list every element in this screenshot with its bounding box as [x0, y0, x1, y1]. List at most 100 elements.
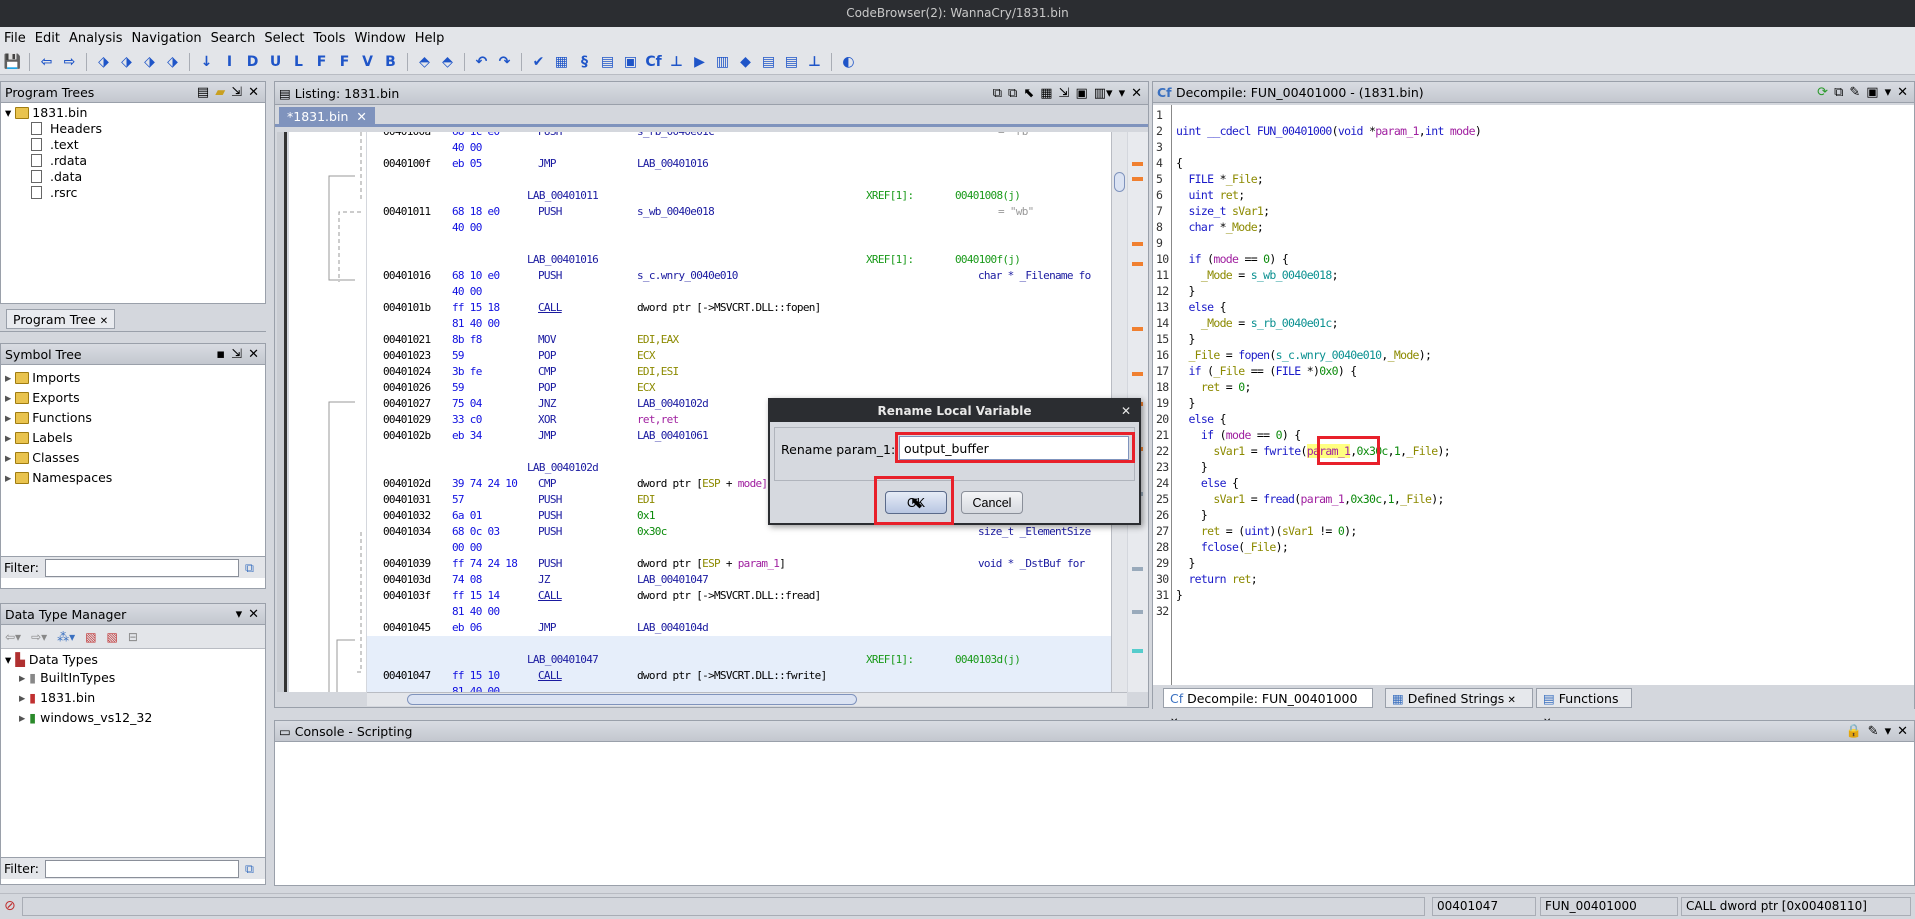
overview-marker[interactable] — [1132, 262, 1143, 266]
cancel-button[interactable]: Cancel — [961, 491, 1023, 514]
listing-horizontal-scrollbar[interactable] — [367, 692, 1127, 706]
code-line[interactable]: 27 ret = (uint)(sVar1 != 0); — [1153, 523, 1914, 539]
code-line[interactable]: 6 uint ret; — [1153, 187, 1914, 203]
data-type-icon[interactable]: ▣ — [621, 52, 640, 71]
code-line[interactable]: 20 else { — [1153, 411, 1914, 427]
refresh-icon[interactable]: ⟳ — [1817, 85, 1828, 100]
menu-icon[interactable]: ▾ — [1885, 85, 1892, 100]
expand-icon[interactable]: ▸ — [5, 410, 15, 425]
overview-marker[interactable] — [1132, 162, 1143, 166]
filter-array-icon[interactable]: ▧ — [85, 630, 96, 644]
export-icon[interactable]: ▤ — [782, 52, 801, 71]
code-line[interactable]: 29 } — [1153, 555, 1914, 571]
code-line[interactable]: 1 — [1153, 107, 1914, 123]
data-type-archive[interactable]: ▸ ▮ BuiltInTypes — [5, 668, 261, 688]
dropdown-icon[interactable]: ▾ — [236, 607, 243, 622]
listing-row[interactable]: 00401023 59 POP ECX — [367, 348, 1127, 364]
snapshot-icon[interactable]: ▣ — [1866, 85, 1878, 100]
layout-icon[interactable]: ▥▾ — [1094, 86, 1113, 101]
script-icon[interactable]: § — [575, 52, 594, 71]
listing-row[interactable]: 40 00 — [367, 140, 1127, 156]
symbol-tree-classes[interactable]: ▸ Classes — [5, 448, 261, 468]
code-line[interactable]: 3 — [1153, 139, 1914, 155]
listing-row[interactable]: 0040100f eb 05 JMP LAB_00401016 — [367, 156, 1127, 172]
split-icon[interactable]: ⬘ — [438, 52, 457, 71]
menu-search[interactable]: Search — [211, 31, 256, 46]
tree-item[interactable]: .rdata — [5, 153, 261, 169]
listing-row[interactable]: 00401021 8b f8 MOV EDI,EAX — [367, 332, 1127, 348]
save-icon[interactable]: 💾 — [3, 52, 22, 71]
listing-row[interactable] — [367, 636, 1127, 652]
label-row[interactable]: LAB_00401011 XREF[1]: 00401008(j) — [367, 188, 1127, 204]
code-line[interactable]: 19 } — [1153, 395, 1914, 411]
diamond-icon[interactable]: ◆ — [736, 52, 755, 71]
listing-row[interactable]: 00401045 eb 06 JMP LAB_0040104d — [367, 620, 1127, 636]
options-icon[interactable]: ⁂▾ — [57, 630, 75, 644]
expand-icon[interactable]: ▸ — [19, 690, 29, 705]
nav-down-icon[interactable]: ⬗ — [140, 52, 159, 71]
checkmark-icon[interactable]: ✔ — [529, 52, 548, 71]
listing-row[interactable]: 00401047 ff 15 10 CALL dword ptr [->MSVCRT.… — [367, 668, 1127, 684]
close-icon[interactable]: ✕ — [248, 347, 259, 362]
undo-icon[interactable]: ↶ — [472, 52, 491, 71]
code-line[interactable]: 16 _File = fopen(s_c.wnry_0040e010,_Mode… — [1153, 347, 1914, 363]
back-icon[interactable]: ⇦▾ — [5, 630, 21, 644]
code-line[interactable]: 8 char *_Mode; — [1153, 219, 1914, 235]
tree-item[interactable]: .text — [5, 137, 261, 153]
close-icon[interactable]: ✕ — [1504, 695, 1516, 706]
back-icon[interactable]: ⇦ — [37, 52, 56, 71]
menu-tools[interactable]: Tools — [313, 31, 345, 46]
menu-edit[interactable]: Edit — [35, 31, 60, 46]
overview-marker[interactable] — [1132, 177, 1143, 181]
next-instruction-icon[interactable]: ↓ — [197, 52, 216, 71]
close-icon[interactable]: ✕ — [248, 607, 259, 622]
code-line[interactable]: 21 if (mode == 0) { — [1153, 427, 1914, 443]
overview-marker[interactable] — [1132, 567, 1143, 571]
listing-row[interactable]: 0040101b ff 15 18 CALL dword ptr [->MSVCRT.… — [367, 300, 1127, 316]
new-tree-icon[interactable]: ▤ — [197, 85, 209, 100]
menu-analysis[interactable]: Analysis — [69, 31, 123, 46]
listing-row[interactable]: 00401011 68 18 e0 PUSH s_wb_0040e018 = "wb" — [367, 204, 1127, 220]
close-icon[interactable]: ✕ — [1897, 724, 1908, 739]
tab-defined-strings[interactable]: ▦ Defined Strings ✕ — [1385, 688, 1533, 708]
next-non-function-icon[interactable]: F — [335, 52, 354, 71]
memory-map-icon[interactable]: ▤ — [598, 52, 617, 71]
code-line[interactable]: 13 else { — [1153, 299, 1914, 315]
data-type-archive[interactable]: ▸ ▮ windows_vs12_32 — [5, 708, 261, 728]
expand-icon[interactable]: ▸ — [5, 470, 15, 485]
code-line[interactable]: 5 FILE *_File; — [1153, 171, 1914, 187]
next-bookmark-icon[interactable]: B — [381, 52, 400, 71]
redo-icon[interactable]: ↷ — [495, 52, 514, 71]
code-line[interactable]: 24 else { — [1153, 475, 1914, 491]
function-graph-icon[interactable]: ⊥ — [667, 52, 686, 71]
overview-marker[interactable] — [1132, 649, 1143, 653]
code-line[interactable]: 26 } — [1153, 507, 1914, 523]
close-icon[interactable]: ✕ — [1131, 86, 1142, 101]
bytes-icon[interactable]: ▦ — [552, 52, 571, 71]
code-line[interactable]: 25 sVar1 = fread(param_1,0x30c,1,_File); — [1153, 491, 1914, 507]
overview-marker[interactable] — [1132, 372, 1143, 376]
listing-row[interactable]: 00401034 68 0c 03 PUSH 0x30c size_t _Element… — [367, 524, 1127, 540]
expand-icon[interactable]: ▸ — [5, 370, 15, 385]
next-defined-icon[interactable]: D — [243, 52, 262, 71]
listing-row[interactable]: 40 00 — [367, 220, 1127, 236]
copy-icon[interactable]: ⧉ — [1834, 85, 1843, 100]
code-line[interactable]: 31} — [1153, 587, 1914, 603]
scrollbar-thumb[interactable] — [1114, 172, 1125, 192]
dtm-filter-input[interactable] — [44, 859, 239, 878]
code-line[interactable]: 28 fclose(_File); — [1153, 539, 1914, 555]
clear-icon[interactable]: ✎ — [1868, 724, 1879, 739]
tree-item[interactable]: .data — [5, 169, 261, 185]
table-icon[interactable]: ▤ — [759, 52, 778, 71]
close-icon[interactable]: ✕ — [1897, 85, 1908, 100]
close-icon[interactable]: ✕ — [100, 316, 108, 327]
decompiler-icon[interactable]: Cf — [644, 52, 663, 71]
listing-row[interactable]: 00401026 59 POP ECX — [367, 380, 1127, 396]
refresh-icon[interactable]: ⇲ — [231, 347, 242, 362]
run-icon[interactable]: ▶ — [690, 52, 709, 71]
filter-options-icon[interactable]: ⧉ — [245, 861, 254, 877]
tab-1831-bin[interactable]: *1831.bin ✕ — [279, 107, 375, 127]
expand-icon[interactable]: ▸ — [19, 670, 29, 685]
menu-help[interactable]: Help — [415, 31, 445, 46]
tab-decompile[interactable]: Cf Decompile: FUN_00401000 ✕ — [1163, 688, 1373, 728]
